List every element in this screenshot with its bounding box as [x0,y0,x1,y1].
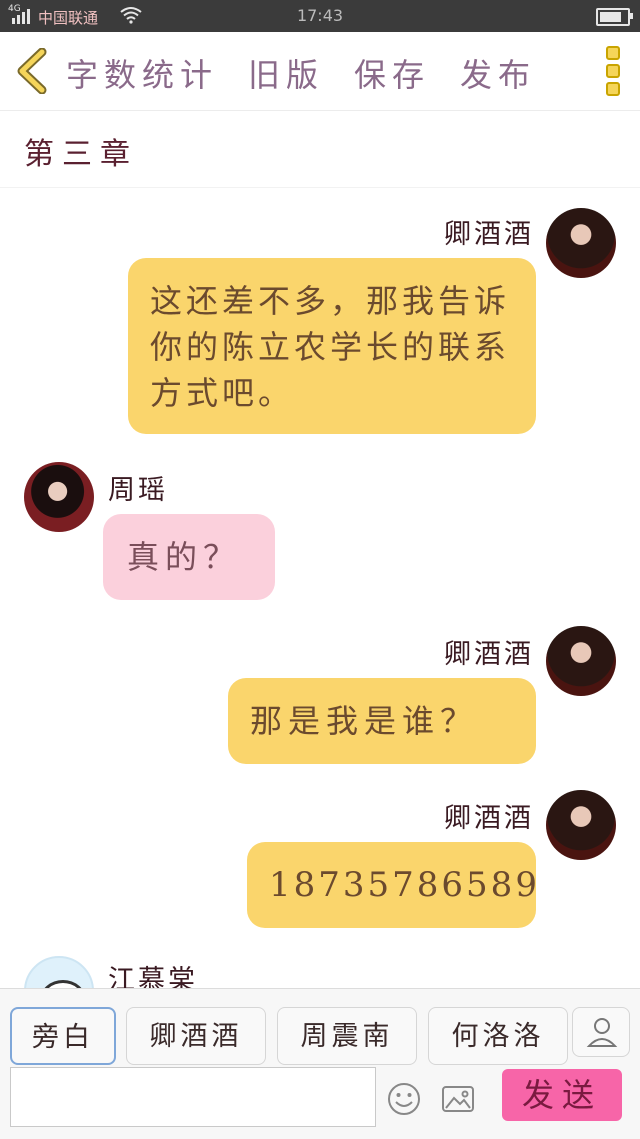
chat-message: 周瑶 真的？ [0,448,640,608]
chat-area[interactable]: 卿酒酒 这还差不多，那我告诉你的陈立农学长的联系方式吧。 周瑶 真的？ 卿酒酒 … [0,188,640,988]
word-count-button[interactable]: 字数统计 [66,50,218,96]
emoji-icon[interactable] [386,1081,422,1117]
message-bubble[interactable]: 这还差不多，那我告诉你的陈立农学长的联系方式吧。 [128,258,536,434]
chat-message: 江慕棠 [0,946,640,988]
save-button[interactable]: 保存 [354,50,430,96]
sender-name: 卿酒酒 [444,219,534,250]
role-button[interactable]: 卿酒酒 [126,1007,266,1065]
message-bubble[interactable]: 18735786589 [247,842,537,928]
chat-message: 卿酒酒 18735786589 [0,772,640,932]
more-menu-icon[interactable] [606,46,622,96]
role-button[interactable]: 周震南 [277,1007,417,1065]
old-version-button[interactable]: 旧版 [248,50,324,96]
composer-panel: 旁白 卿酒酒 周震南 何洛洛 发送 [0,988,640,1139]
sender-name: 周瑶 [108,475,168,506]
chat-message: 卿酒酒 那是我是谁？ [0,608,640,768]
chat-message: 卿酒酒 这还差不多，那我告诉你的陈立农学长的联系方式吧。 [0,188,640,438]
message-input[interactable] [10,1067,376,1127]
person-icon [586,1018,618,1047]
chapter-title[interactable]: 第三章 [24,129,138,173]
publish-button[interactable]: 发布 [460,50,536,96]
avatar[interactable] [24,462,94,532]
top-nav-bar: 字数统计 旧版 保存 发布 [0,32,640,111]
send-button[interactable]: 发送 [502,1069,622,1121]
sender-name: 卿酒酒 [444,639,534,670]
battery-icon [596,8,633,26]
sender-name: 卿酒酒 [444,803,534,834]
add-role-button[interactable] [572,1007,630,1057]
nav-actions: 字数统计 旧版 保存 发布 [66,50,536,96]
role-button[interactable]: 何洛洛 [428,1007,568,1065]
avatar[interactable] [546,626,616,696]
clock: 17:43 [296,6,344,25]
image-icon[interactable] [440,1081,476,1117]
chapter-header: 第三章 [0,111,640,188]
avatar[interactable] [546,790,616,860]
message-bubble[interactable]: 那是我是谁？ [228,678,536,764]
sender-name: 江慕棠 [108,965,198,988]
back-chevron-icon[interactable] [14,48,50,94]
status-bar: 4G 中国联通 17:43 [0,0,640,32]
avatar[interactable] [24,956,94,988]
message-bubble[interactable]: 真的？ [103,514,275,600]
avatar[interactable] [546,208,616,278]
role-button-narrator[interactable]: 旁白 [10,1007,116,1065]
